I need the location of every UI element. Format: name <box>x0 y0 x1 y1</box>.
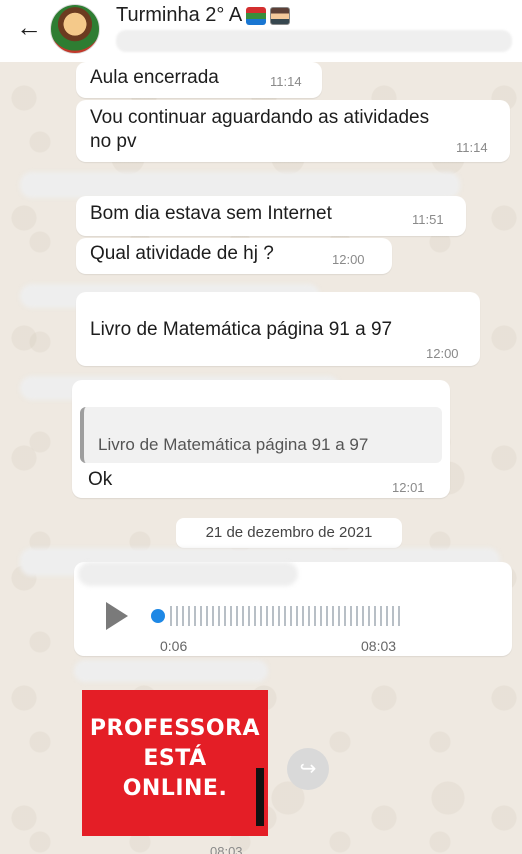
message-bubble[interactable]: Vou continuar aguardando as atividades n… <box>76 100 510 162</box>
message-text: Ok <box>88 469 113 490</box>
message-bubble[interactable]: Aula encerrada 11:14 <box>76 62 322 98</box>
message-time: 12:01 <box>392 480 425 495</box>
message-time: 08:03 <box>361 638 397 654</box>
message-text: Qual atividade de hj ? <box>90 243 274 264</box>
date-separator: 21 de dezembro de 2021 <box>176 518 402 548</box>
quoted-message[interactable]: Livro de Matemática página 91 a 97 <box>80 407 442 463</box>
image-text-line: ESTÁ <box>143 746 207 771</box>
message-text: Livro de Matemática página 91 a 97 <box>90 319 393 340</box>
message-bubble[interactable]: Livro de Matemática página 91 a 97 12:00 <box>76 292 480 366</box>
play-icon[interactable] <box>106 602 128 630</box>
audio-progress-handle[interactable] <box>151 609 165 623</box>
chat-title[interactable]: Turminha 2° A <box>116 4 291 27</box>
arrow-left-icon[interactable]: ← <box>16 14 44 42</box>
quoted-text: Livro de Matemática página 91 a 97 <box>98 435 369 454</box>
image-text-line: ONLINE. <box>122 776 228 801</box>
message-bubble[interactable]: Bom dia estava sem Internet 11:51 <box>76 196 466 236</box>
books-icon <box>246 6 267 25</box>
chat-area[interactable]: Aula encerrada 11:14 Vou continuar aguar… <box>0 62 522 854</box>
teacher-icon <box>270 6 291 25</box>
message-time: 08:03 <box>210 844 243 854</box>
message-bubble[interactable]: Qual atividade de hj ? 12:00 <box>76 238 392 274</box>
message-text: Aula encerrada <box>90 67 219 88</box>
message-time: 11:51 <box>412 212 444 227</box>
chat-header: ← Turminha 2° A <box>0 0 522 62</box>
message-time: 11:14 <box>456 140 488 155</box>
image-message[interactable]: PROFESSORA ESTÁ ONLINE. <box>82 690 268 836</box>
blurred-subtitle <box>116 30 512 52</box>
audio-duration: 0:06 <box>160 638 188 654</box>
blurred-sender <box>74 660 268 682</box>
message-text: Bom dia estava sem Internet <box>90 203 332 224</box>
image-signature <box>256 768 264 826</box>
forward-icon[interactable]: ↪ <box>287 748 329 790</box>
message-time: 12:00 <box>332 252 365 267</box>
message-text: Vou continuar aguardando as atividades n… <box>90 107 430 152</box>
message-time: 12:00 <box>426 346 459 361</box>
group-name: Turminha 2° A <box>116 4 243 26</box>
image-text-line: PROFESSORA <box>89 716 261 741</box>
blurred-sender <box>78 562 298 586</box>
message-time: 11:14 <box>270 74 302 89</box>
avatar[interactable] <box>50 4 100 54</box>
blurred-sender <box>20 172 460 198</box>
audio-waveform[interactable] <box>170 606 402 626</box>
